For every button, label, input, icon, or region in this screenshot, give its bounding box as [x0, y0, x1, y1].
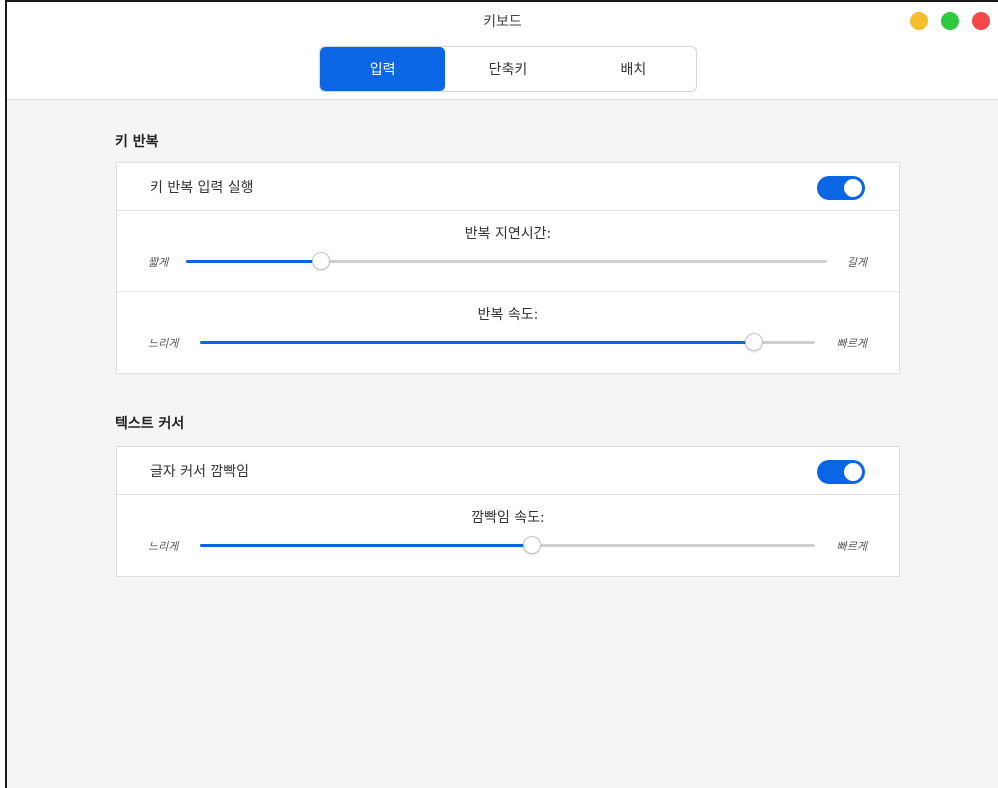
- repeat-rate-min-label: 느리게: [148, 337, 179, 350]
- blink-rate-slider[interactable]: [200, 536, 815, 554]
- key-repeat-toggle-row: 키 반복 입력 실행: [117, 163, 899, 211]
- window-title: 키보드: [483, 14, 522, 30]
- section-title-text-cursor: 텍스트 커서: [115, 416, 185, 432]
- repeat-rate-row: 반복 속도: 느리게 빠르게: [117, 292, 899, 373]
- tab-input[interactable]: 입력: [320, 47, 446, 91]
- section-title-key-repeat: 키 반복: [115, 134, 159, 150]
- repeat-delay-min-label: 짧게: [148, 256, 169, 269]
- toggle-knob: [844, 179, 862, 197]
- slider-fill: [200, 544, 533, 547]
- repeat-delay-max-label: 길게: [846, 256, 867, 269]
- keyboard-settings-window: 키보드 입력 단축키 배치 키 반복 키 반복 입력 실행 반복 지연시간: 짧…: [5, 0, 998, 788]
- blink-rate-row: 깜빡임 속도: 느리게 빠르게: [117, 495, 899, 576]
- key-repeat-toggle-label: 키 반복 입력 실행: [150, 180, 254, 196]
- cursor-blink-toggle[interactable]: [817, 460, 865, 484]
- repeat-rate-max-label: 빠르게: [836, 337, 867, 350]
- repeat-rate-title: 반복 속도:: [477, 307, 539, 323]
- slider-thumb[interactable]: [311, 252, 330, 270]
- close-button[interactable]: [972, 12, 990, 30]
- key-repeat-card: 키 반복 입력 실행 반복 지연시간: 짧게 길게 반복 속도: 느리게 빠르게: [116, 162, 900, 374]
- blink-rate-title: 깜빡임 속도:: [471, 510, 545, 526]
- minimize-button[interactable]: [910, 12, 928, 30]
- slider-fill: [200, 341, 754, 344]
- tab-shortcuts[interactable]: 단축키: [445, 47, 570, 91]
- tab-layout[interactable]: 배치: [571, 47, 696, 91]
- cursor-blink-toggle-label: 글자 커서 깜빡임: [150, 464, 250, 480]
- repeat-delay-slider[interactable]: [186, 252, 827, 270]
- text-cursor-card: 글자 커서 깜빡임 깜빡임 속도: 느리게 빠르게: [116, 446, 900, 577]
- slider-thumb[interactable]: [744, 333, 763, 351]
- title-bar: 키보드: [7, 2, 998, 40]
- toggle-knob: [844, 463, 862, 481]
- toolbar: 입력 단축키 배치: [7, 40, 998, 100]
- repeat-rate-slider[interactable]: [200, 333, 815, 351]
- slider-thumb[interactable]: [523, 536, 542, 554]
- maximize-button[interactable]: [941, 12, 959, 30]
- tab-segmented-control: 입력 단축키 배치: [319, 46, 697, 92]
- blink-rate-max-label: 빠르게: [836, 540, 867, 553]
- repeat-delay-row: 반복 지연시간: 짧게 길게: [117, 211, 899, 292]
- slider-fill: [186, 260, 321, 263]
- blink-rate-min-label: 느리게: [148, 540, 179, 553]
- repeat-delay-title: 반복 지연시간:: [464, 226, 552, 242]
- cursor-blink-toggle-row: 글자 커서 깜빡임: [117, 447, 899, 495]
- key-repeat-toggle[interactable]: [817, 176, 865, 200]
